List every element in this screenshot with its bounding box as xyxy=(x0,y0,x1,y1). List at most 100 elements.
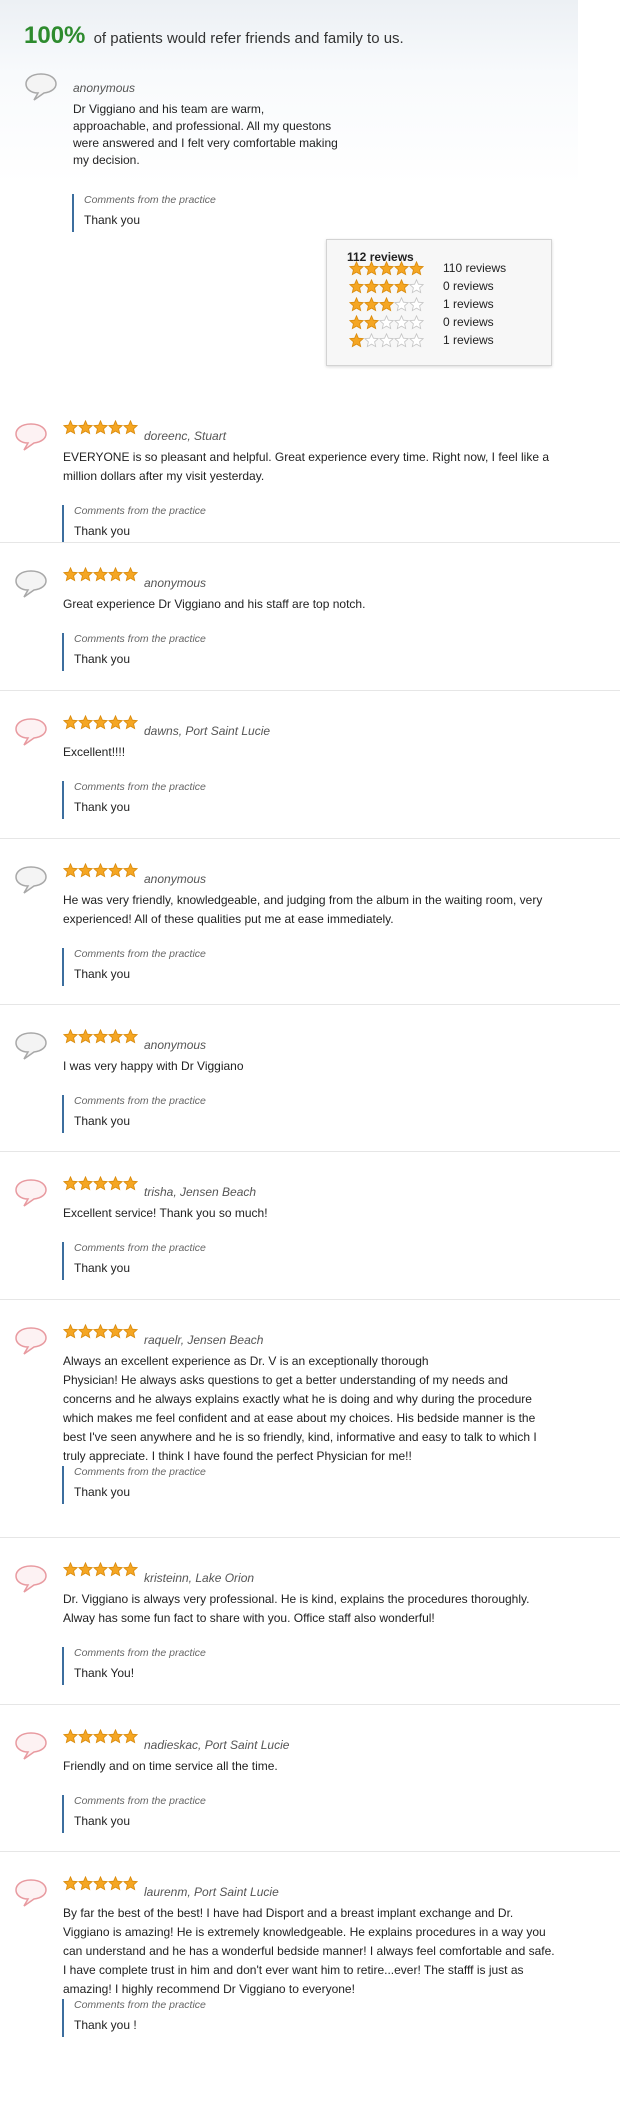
star-filled-icon xyxy=(108,1562,123,1577)
practice-comment-text: Thank you xyxy=(84,213,141,227)
review-author: raquelr, Jensen Beach xyxy=(144,1333,264,1347)
speech-bubble-icon xyxy=(14,1564,48,1597)
star-filled-icon xyxy=(349,314,364,329)
practice-comment-text: Thank you xyxy=(74,1114,131,1128)
rating-row-5-star[interactable]: 110 reviews xyxy=(349,260,506,276)
speech-bubble-icon xyxy=(24,72,58,105)
star-rating xyxy=(63,420,138,435)
practice-comment: Comments from the practice Thank you xyxy=(62,633,206,671)
star-filled-icon xyxy=(364,260,379,275)
star-filled-icon xyxy=(63,1876,78,1891)
star-filled-icon xyxy=(394,260,409,275)
star-filled-icon xyxy=(123,1176,138,1191)
star-filled-icon xyxy=(63,1176,78,1191)
star-filled-icon xyxy=(108,1729,123,1744)
review-author: kristeinn, Lake Orion xyxy=(144,1571,255,1585)
review-divider xyxy=(0,1851,620,1852)
review-author: dawns, Port Saint Lucie xyxy=(144,724,271,738)
review-text: By far the best of the best! I have had … xyxy=(63,1906,555,1996)
star-filled-icon xyxy=(78,863,93,878)
star-empty-icon xyxy=(394,314,409,329)
star-empty-icon xyxy=(409,278,424,293)
star-rating xyxy=(349,278,424,294)
star-filled-icon xyxy=(364,296,379,311)
star-filled-icon xyxy=(108,1029,123,1044)
star-empty-icon xyxy=(409,314,424,329)
practice-comment-label: Comments from the practice xyxy=(74,1095,206,1107)
star-filled-icon xyxy=(364,278,379,293)
review-text: Excellent service! Thank you so much! xyxy=(63,1206,268,1220)
practice-comment: Comments from the practice Thank you xyxy=(72,194,216,232)
practice-comment-text: Thank You! xyxy=(74,1666,135,1680)
star-filled-icon xyxy=(93,863,108,878)
rating-row-1-star[interactable]: 1 reviews xyxy=(349,332,494,347)
practice-comment-label: Comments from the practice xyxy=(74,633,206,645)
star-filled-icon xyxy=(93,1876,108,1891)
star-filled-icon xyxy=(63,1324,78,1339)
star-filled-icon xyxy=(93,1324,108,1339)
rating-row-count: 1 reviews xyxy=(443,333,494,347)
practice-comment-text: Thank you xyxy=(74,1485,131,1499)
practice-comment: Comments from the practice Thank you xyxy=(62,1242,206,1280)
practice-comment-label: Comments from the practice xyxy=(74,1242,206,1254)
star-filled-icon xyxy=(349,332,364,347)
practice-comment: Comments from the practice Thank You! xyxy=(62,1647,206,1685)
practice-comment: Comments from the practice Thank you xyxy=(62,1466,206,1504)
star-filled-icon xyxy=(93,567,108,582)
star-empty-icon xyxy=(394,296,409,311)
speech-bubble-icon xyxy=(14,1731,48,1764)
star-filled-icon xyxy=(123,1876,138,1891)
rating-row-2-star[interactable]: 0 reviews xyxy=(349,314,494,330)
star-filled-icon xyxy=(123,863,138,878)
practice-comment-text: Thank you xyxy=(74,1261,131,1275)
rating-row-3-star[interactable]: 1 reviews xyxy=(349,296,494,311)
speech-bubble-icon xyxy=(14,865,48,898)
star-rating xyxy=(63,715,138,730)
review-text: He was very friendly, knowledgeable, and… xyxy=(63,893,543,926)
review-divider xyxy=(0,542,620,543)
star-filled-icon xyxy=(123,1562,138,1577)
rating-row-4-star[interactable]: 0 reviews xyxy=(349,278,494,294)
review-text: Always an excellent experience as Dr. V … xyxy=(63,1354,537,1463)
star-filled-icon xyxy=(123,420,138,435)
star-filled-icon xyxy=(93,1029,108,1044)
practice-comment: Comments from the practice Thank you xyxy=(62,948,206,986)
star-filled-icon xyxy=(394,278,409,293)
review-divider xyxy=(0,1704,620,1705)
practice-comment-text: Thank you xyxy=(74,800,131,814)
star-filled-icon xyxy=(63,863,78,878)
practice-comment-label: Comments from the practice xyxy=(74,948,206,960)
star-filled-icon xyxy=(63,1562,78,1577)
rating-row-count: 0 reviews xyxy=(443,315,494,329)
star-filled-icon xyxy=(108,1176,123,1191)
review-author: anonymous xyxy=(73,81,136,95)
star-empty-icon xyxy=(364,332,379,347)
review-divider xyxy=(0,838,620,839)
star-filled-icon xyxy=(78,1876,93,1891)
rating-breakdown-box: 112 reviews 110 reviews 0 reviews 1 review… xyxy=(326,239,552,366)
satisfaction-text: of patients would refer friends and fami… xyxy=(93,30,404,47)
star-filled-icon xyxy=(78,1029,93,1044)
star-rating xyxy=(349,260,424,276)
star-filled-icon xyxy=(78,1324,93,1339)
practice-comment: Comments from the practice Thank you xyxy=(62,781,206,819)
speech-bubble-icon xyxy=(14,1031,48,1064)
star-filled-icon xyxy=(93,715,108,730)
practice-comment-label: Comments from the practice xyxy=(74,1999,206,2011)
star-filled-icon xyxy=(93,1729,108,1744)
star-filled-icon xyxy=(123,567,138,582)
star-empty-icon xyxy=(379,332,394,347)
star-filled-icon xyxy=(108,567,123,582)
star-rating xyxy=(63,863,138,878)
review-text: Friendly and on time service all the tim… xyxy=(63,1759,278,1773)
star-rating xyxy=(349,314,424,330)
review-author: anonymous xyxy=(144,576,207,590)
star-rating xyxy=(63,1029,138,1044)
star-filled-icon xyxy=(409,260,424,275)
speech-bubble-icon xyxy=(14,1326,48,1359)
speech-bubble-icon xyxy=(14,569,48,602)
review-author: trisha, Jensen Beach xyxy=(144,1185,257,1199)
star-rating xyxy=(63,1876,138,1891)
review-text: EVERYONE is so pleasant and helpful. Gre… xyxy=(63,450,550,483)
star-filled-icon xyxy=(63,1729,78,1744)
